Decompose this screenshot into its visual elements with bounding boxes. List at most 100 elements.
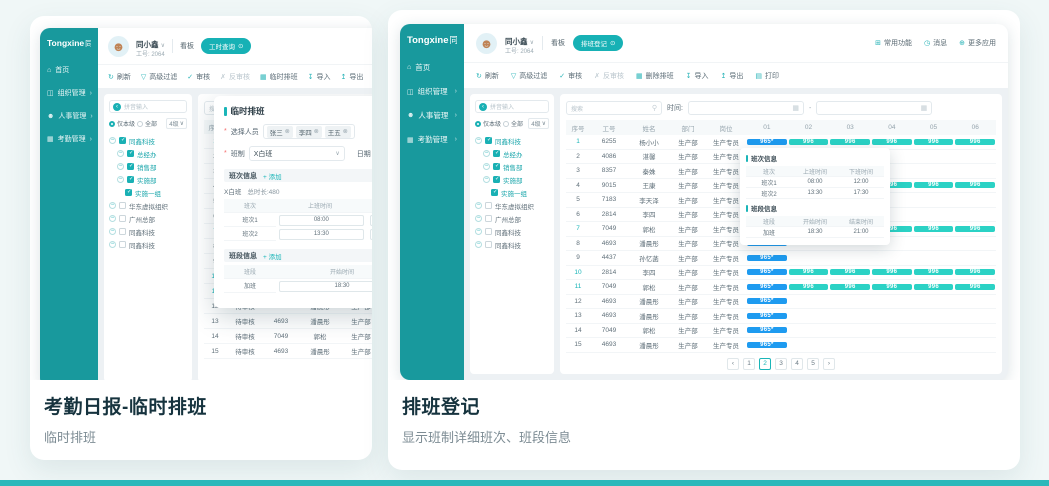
shift-badge[interactable]: 996 <box>955 182 995 188</box>
date-to-input[interactable]: ▦ <box>816 101 932 115</box>
cell-day[interactable] <box>829 324 871 338</box>
expand-icon[interactable]: − <box>109 241 116 248</box>
cell-day[interactable] <box>829 338 871 352</box>
close-icon[interactable]: ⊗ <box>285 128 290 135</box>
page-button-‹[interactable]: ‹ <box>727 358 739 370</box>
shift-badge[interactable]: 996 <box>789 284 829 290</box>
tree-node-同鑫科技[interactable]: −同鑫科技 <box>475 225 549 238</box>
card-schedule-register[interactable]: Tongxine同鑫 ⌂首页◫组织管理›☻人事管理›▦考勤管理› ☻ 同小鑫 ∨… <box>388 10 1020 470</box>
toolbar-button-反审核[interactable]: ✗反审核 <box>220 72 250 82</box>
cell-day[interactable] <box>829 309 871 323</box>
tree-node-华东虚拟组织[interactable]: −华东虚拟组织 <box>475 199 549 212</box>
cell-day[interactable] <box>913 164 955 178</box>
add-shift-button[interactable]: + 添加 <box>263 171 282 181</box>
page-button-2[interactable]: 2 <box>759 358 771 370</box>
expand-icon[interactable]: − <box>475 228 482 235</box>
cell-day[interactable] <box>913 309 955 323</box>
cell-day[interactable] <box>788 338 830 352</box>
shift-badge[interactable]: 996 <box>914 226 954 232</box>
cell-day[interactable]: 996 <box>829 266 871 280</box>
close-icon[interactable]: ⊗ <box>314 128 319 135</box>
tree-node-总经办[interactable]: −总经办 <box>475 147 549 160</box>
tree-checkbox[interactable] <box>119 228 126 235</box>
tree-node-实施一组[interactable]: 实施一组 <box>475 186 549 199</box>
page-button-3[interactable]: 3 <box>775 358 787 370</box>
shift-badge[interactable]: 965* <box>747 342 787 348</box>
tree-checkbox[interactable] <box>485 241 492 248</box>
cell-day[interactable] <box>871 251 913 265</box>
tree-node-同鑫科技[interactable]: −同鑫科技 <box>109 134 187 147</box>
card-attendance-daily-temp-schedule[interactable]: Tongxine同鑫 ⌂首页◫组织管理›☻人事管理›▦考勤管理› ☻ 同小鑫 ∨… <box>30 16 372 460</box>
shift-badge[interactable]: 996 <box>955 269 995 275</box>
cell-day[interactable] <box>954 164 996 178</box>
cell-day[interactable] <box>829 251 871 265</box>
toolbar-button-审核[interactable]: ✓审核 <box>187 72 210 82</box>
toolbar-button-打印[interactable]: ▤打印 <box>755 71 779 81</box>
cell-day[interactable] <box>829 295 871 309</box>
cell-day[interactable]: 996 <box>913 280 955 294</box>
cell-day[interactable] <box>913 295 955 309</box>
radio-all[interactable] <box>503 121 509 127</box>
expand-icon[interactable]: − <box>483 163 490 170</box>
toolbar-button-导出[interactable]: ↥导出 <box>341 72 364 82</box>
time-input[interactable]: 12:00 <box>370 215 372 226</box>
toolbar-button-删除排班[interactable]: ▦删除排班 <box>636 71 674 81</box>
expand-icon[interactable]: − <box>109 202 116 209</box>
cell-day[interactable]: 996 <box>954 280 996 294</box>
shift-badge[interactable]: 996 <box>872 269 912 275</box>
sidebar-item-组织管理[interactable]: ◫组织管理› <box>47 88 91 98</box>
cell-day[interactable]: 996 <box>913 266 955 280</box>
cell-day[interactable]: 996 <box>788 135 830 149</box>
table-row[interactable]: 124693潘晨彤生产部生产专员965* <box>566 295 996 310</box>
topbar-menu-更多应用[interactable]: ⊕更多应用 <box>959 38 996 48</box>
page-button-4[interactable]: 4 <box>791 358 803 370</box>
tree-checkbox[interactable] <box>125 189 132 196</box>
toolbar-button-刷新[interactable]: ↻刷新 <box>476 71 499 81</box>
cell-day[interactable] <box>913 193 955 207</box>
expand-icon[interactable]: − <box>117 176 124 183</box>
shift-badge[interactable]: 965* <box>747 327 787 333</box>
cell-day[interactable] <box>954 338 996 352</box>
table-row[interactable]: 13待审核4693潘晨彤生产部生产专员 <box>204 314 372 329</box>
cell-day[interactable]: 996 <box>913 222 955 236</box>
tree-checkbox[interactable] <box>493 150 500 157</box>
avatar[interactable]: ☻ <box>108 36 129 57</box>
cell-day[interactable]: 996 <box>788 266 830 280</box>
shift-badge[interactable]: 965* <box>747 284 787 290</box>
toolbar-button-高级过滤[interactable]: ▽高级过滤 <box>141 72 177 82</box>
tree-node-实施一组[interactable]: 实施一组 <box>109 186 187 199</box>
tree-checkbox[interactable] <box>119 215 126 222</box>
radio-all[interactable] <box>137 121 143 127</box>
tree-checkbox[interactable] <box>485 228 492 235</box>
toolbar-button-导入[interactable]: ↧导入 <box>308 72 331 82</box>
shift-badge[interactable]: 965* <box>747 269 787 275</box>
tree-node-销售部[interactable]: −销售部 <box>475 160 549 173</box>
expand-icon[interactable]: − <box>483 150 490 157</box>
shift-badge[interactable]: 996 <box>914 284 954 290</box>
expand-icon[interactable]: − <box>109 215 116 222</box>
toolbar-button-临时排班[interactable]: ▦临时排班 <box>260 72 298 82</box>
shift-badge[interactable]: 996 <box>914 269 954 275</box>
cell-day[interactable]: 996 <box>954 179 996 193</box>
shift-badge[interactable]: 996 <box>955 139 995 145</box>
cell-day[interactable] <box>913 338 955 352</box>
cell-day[interactable] <box>954 237 996 251</box>
expand-icon[interactable]: − <box>475 202 482 209</box>
user-info[interactable]: 同小鑫 ∨ 工号: 2064 <box>136 33 165 59</box>
tree-node-销售部[interactable]: −销售部 <box>109 160 187 173</box>
cell-day[interactable] <box>954 324 996 338</box>
expand-icon[interactable]: − <box>109 228 116 235</box>
cell-day[interactable]: 965* <box>746 324 788 338</box>
user-info[interactable]: 同小鑫 ∨ 工号: 2064 <box>505 30 534 56</box>
radio-this-level[interactable] <box>475 121 481 127</box>
tree-checkbox[interactable] <box>119 241 126 248</box>
sidebar-item-首页[interactable]: ⌂首页 <box>407 62 457 73</box>
shift-select[interactable]: X白班∨ <box>249 146 345 161</box>
cell-day[interactable] <box>913 150 955 164</box>
cell-day[interactable]: 996 <box>788 280 830 294</box>
tree-checkbox[interactable] <box>493 163 500 170</box>
sidebar-item-人事管理[interactable]: ☻人事管理› <box>407 110 457 121</box>
shift-badge[interactable]: 996 <box>830 284 870 290</box>
cell-day[interactable]: 965* <box>746 295 788 309</box>
table-row[interactable]: 117049郭松生产部生产专员965*996996996996996 <box>566 280 996 295</box>
